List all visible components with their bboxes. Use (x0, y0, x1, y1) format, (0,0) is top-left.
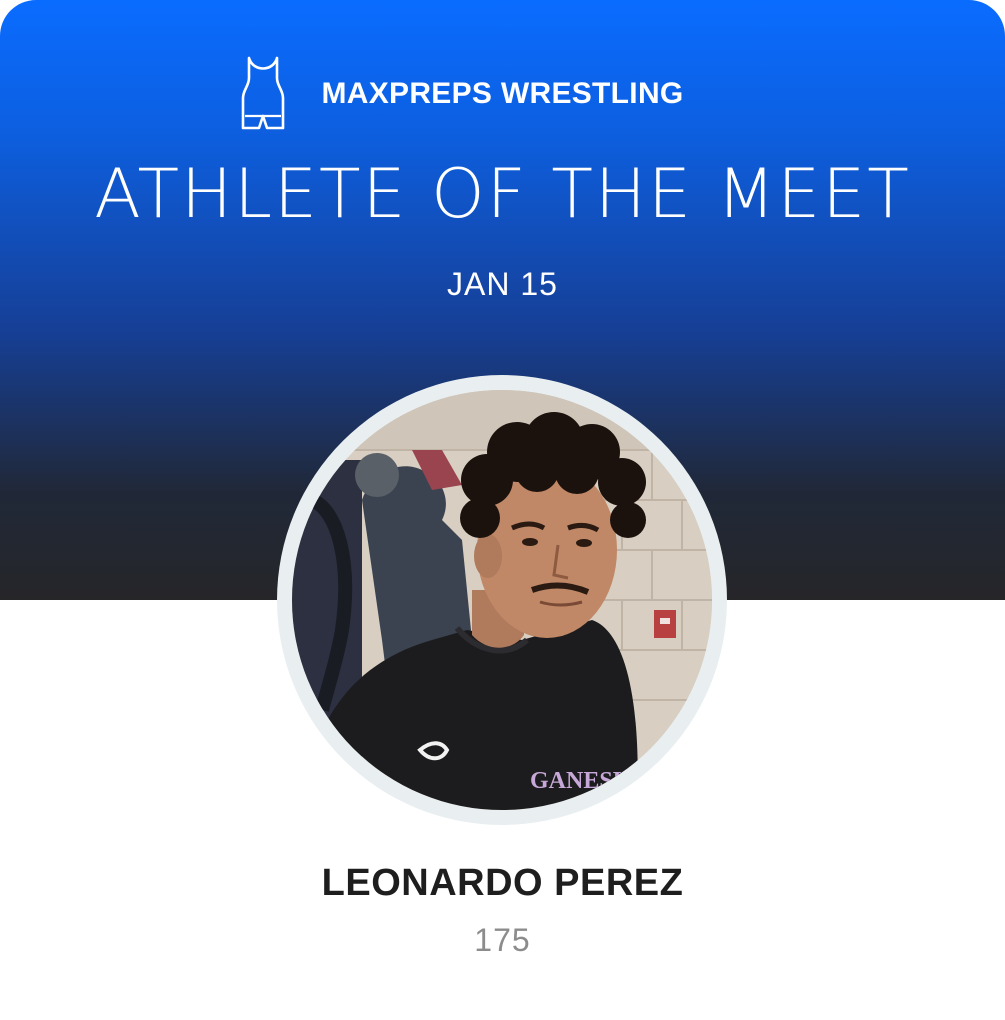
wrestling-singlet-icon (242, 56, 285, 130)
meet-date: JAN 15 (447, 266, 558, 302)
page-title: ATHLETE OF THE MEET (94, 155, 911, 234)
athlete-photo: GANESHA (292, 390, 712, 810)
brand-label: MAXPREPS WRESTLING (321, 77, 684, 110)
athlete-weight-class: 175 (474, 922, 531, 958)
brand-header: MAXPREPS WRESTLING (0, 54, 965, 134)
athlete-name: LEONARDO PEREZ (321, 862, 684, 904)
avatar: GANESHA (292, 390, 712, 810)
athlete-card: MAXPREPS WRESTLING ATHLETE OF THE MEET J… (0, 0, 1005, 1020)
